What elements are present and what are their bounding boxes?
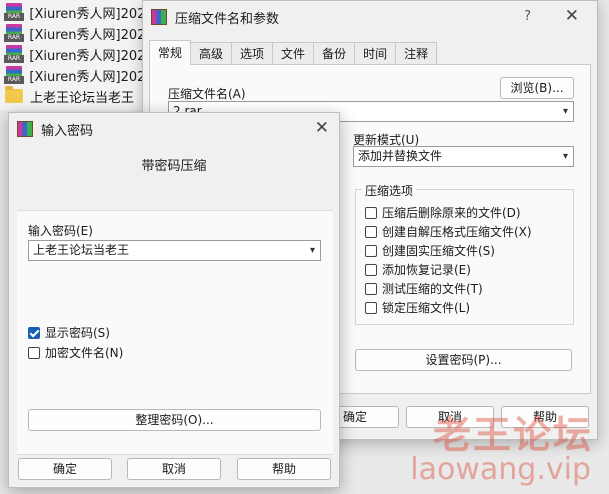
compression-options-group: 压缩选项 压缩后删除原来的文件(D) 创建自解压格式压缩文件(X) 创建固实压缩… [355, 182, 574, 325]
folder-icon [5, 86, 23, 103]
tab-time[interactable]: 时间 [354, 42, 397, 65]
dialog-title: 压缩文件名和参数 [175, 11, 280, 27]
checkbox[interactable] [28, 346, 40, 359]
set-password-button[interactable]: 设置密码(P)... [355, 349, 572, 371]
tab-comment[interactable]: 注释 [395, 42, 438, 65]
file-list: RAR [Xiuren秀人网]2024. RAR [Xiuren秀人网]2024… [0, 0, 160, 110]
password-dialog: 输入密码 ✕ 带密码压缩 输入密码(E) 上老王论坛当老王 ▾ 显示密码(S) … [8, 112, 340, 488]
file-name: [Xiuren秀人网]2024. [29, 27, 154, 43]
checkbox-checked[interactable] [28, 326, 40, 339]
update-mode-select[interactable]: 添加并替换文件 ▾ [353, 146, 574, 167]
dialog-titlebar: 压缩文件名和参数 ? ✕ [143, 1, 597, 33]
rar-file-icon: RAR [4, 24, 24, 42]
chevron-down-icon[interactable]: ▾ [310, 241, 315, 260]
encrypt-filenames-option[interactable]: 加密文件名(N) [28, 344, 123, 361]
option-solid[interactable]: 创建固实压缩文件(S) [365, 242, 495, 259]
password-combo[interactable]: 上老王论坛当老王 ▾ [28, 240, 321, 261]
password-dialog-header: 输入密码 ✕ 带密码压缩 [9, 113, 339, 209]
show-password-option[interactable]: 显示密码(S) [28, 324, 110, 341]
rar-file-icon: RAR [4, 45, 24, 63]
checkbox[interactable] [365, 282, 377, 295]
help-button[interactable]: 帮助 [237, 458, 331, 480]
file-item[interactable]: RAR [Xiuren秀人网]2024. [4, 2, 154, 22]
winrar-icon [17, 121, 33, 137]
checkbox[interactable] [365, 206, 377, 219]
option-delete-after[interactable]: 压缩后删除原来的文件(D) [365, 204, 521, 221]
file-name: [Xiuren秀人网]2024. [29, 69, 154, 85]
password-dialog-body: 输入密码(E) 上老王论坛当老王 ▾ 显示密码(S) 加密文件名(N) 整理密码… [17, 210, 333, 455]
dialog-title: 输入密码 [41, 123, 94, 139]
group-title: 压缩选项 [362, 182, 417, 199]
password-label: 输入密码(E) [28, 224, 93, 238]
file-name: [Xiuren秀人网]2024. [29, 48, 154, 64]
watermark-text: 老王论坛 [432, 413, 593, 457]
cancel-button[interactable]: 取消 [127, 458, 221, 480]
chevron-down-icon[interactable]: ▾ [563, 147, 568, 166]
help-icon[interactable]: ? [524, 9, 531, 24]
tab-general[interactable]: 常规 [149, 40, 192, 65]
tab-backup[interactable]: 备份 [313, 42, 356, 65]
rar-file-icon: RAR [4, 66, 24, 84]
file-item[interactable]: RAR [Xiuren秀人网]2024. [4, 23, 154, 43]
close-icon[interactable]: ✕ [565, 6, 579, 26]
ok-button[interactable]: 确定 [18, 458, 112, 480]
dialog-titlebar: 输入密码 ✕ [9, 113, 339, 145]
file-item[interactable]: RAR [Xiuren秀人网]2024. [4, 44, 154, 64]
browse-button[interactable]: 浏览(B)... [500, 77, 574, 99]
tab-advanced[interactable]: 高级 [190, 42, 233, 65]
winrar-icon [151, 9, 167, 25]
watermark-url: laowang.vip [410, 452, 591, 487]
chevron-down-icon[interactable]: ▾ [563, 102, 568, 121]
organize-passwords-button[interactable]: 整理密码(O)... [28, 409, 321, 431]
folder-item[interactable]: 上老王论坛当老王 [4, 86, 154, 106]
file-name: [Xiuren秀人网]2024. [29, 6, 154, 22]
tab-strip: 常规 高级 选项 文件 备份 时间 注释 [149, 40, 438, 65]
close-icon[interactable]: ✕ [315, 118, 329, 138]
update-mode-value: 添加并替换文件 [358, 149, 443, 163]
option-sfx[interactable]: 创建自解压格式压缩文件(X) [365, 223, 532, 240]
tab-options[interactable]: 选项 [231, 42, 274, 65]
password-value: 上老王论坛当老王 [33, 243, 130, 257]
checkbox[interactable] [365, 225, 377, 238]
option-test[interactable]: 测试压缩的文件(T) [365, 280, 483, 297]
checkbox[interactable] [365, 244, 377, 257]
checkbox[interactable] [365, 301, 377, 314]
archive-name-label: 压缩文件名(A) [168, 87, 246, 101]
rar-file-icon: RAR [4, 3, 24, 21]
option-lock[interactable]: 锁定压缩文件(L) [365, 299, 470, 316]
tab-files[interactable]: 文件 [272, 42, 315, 65]
option-recovery[interactable]: 添加恢复记录(E) [365, 261, 471, 278]
folder-name: 上老王论坛当老王 [30, 90, 135, 106]
file-item[interactable]: RAR [Xiuren秀人网]2024. [4, 65, 154, 85]
checkbox[interactable] [365, 263, 377, 276]
password-header-text: 带密码压缩 [141, 159, 207, 174]
